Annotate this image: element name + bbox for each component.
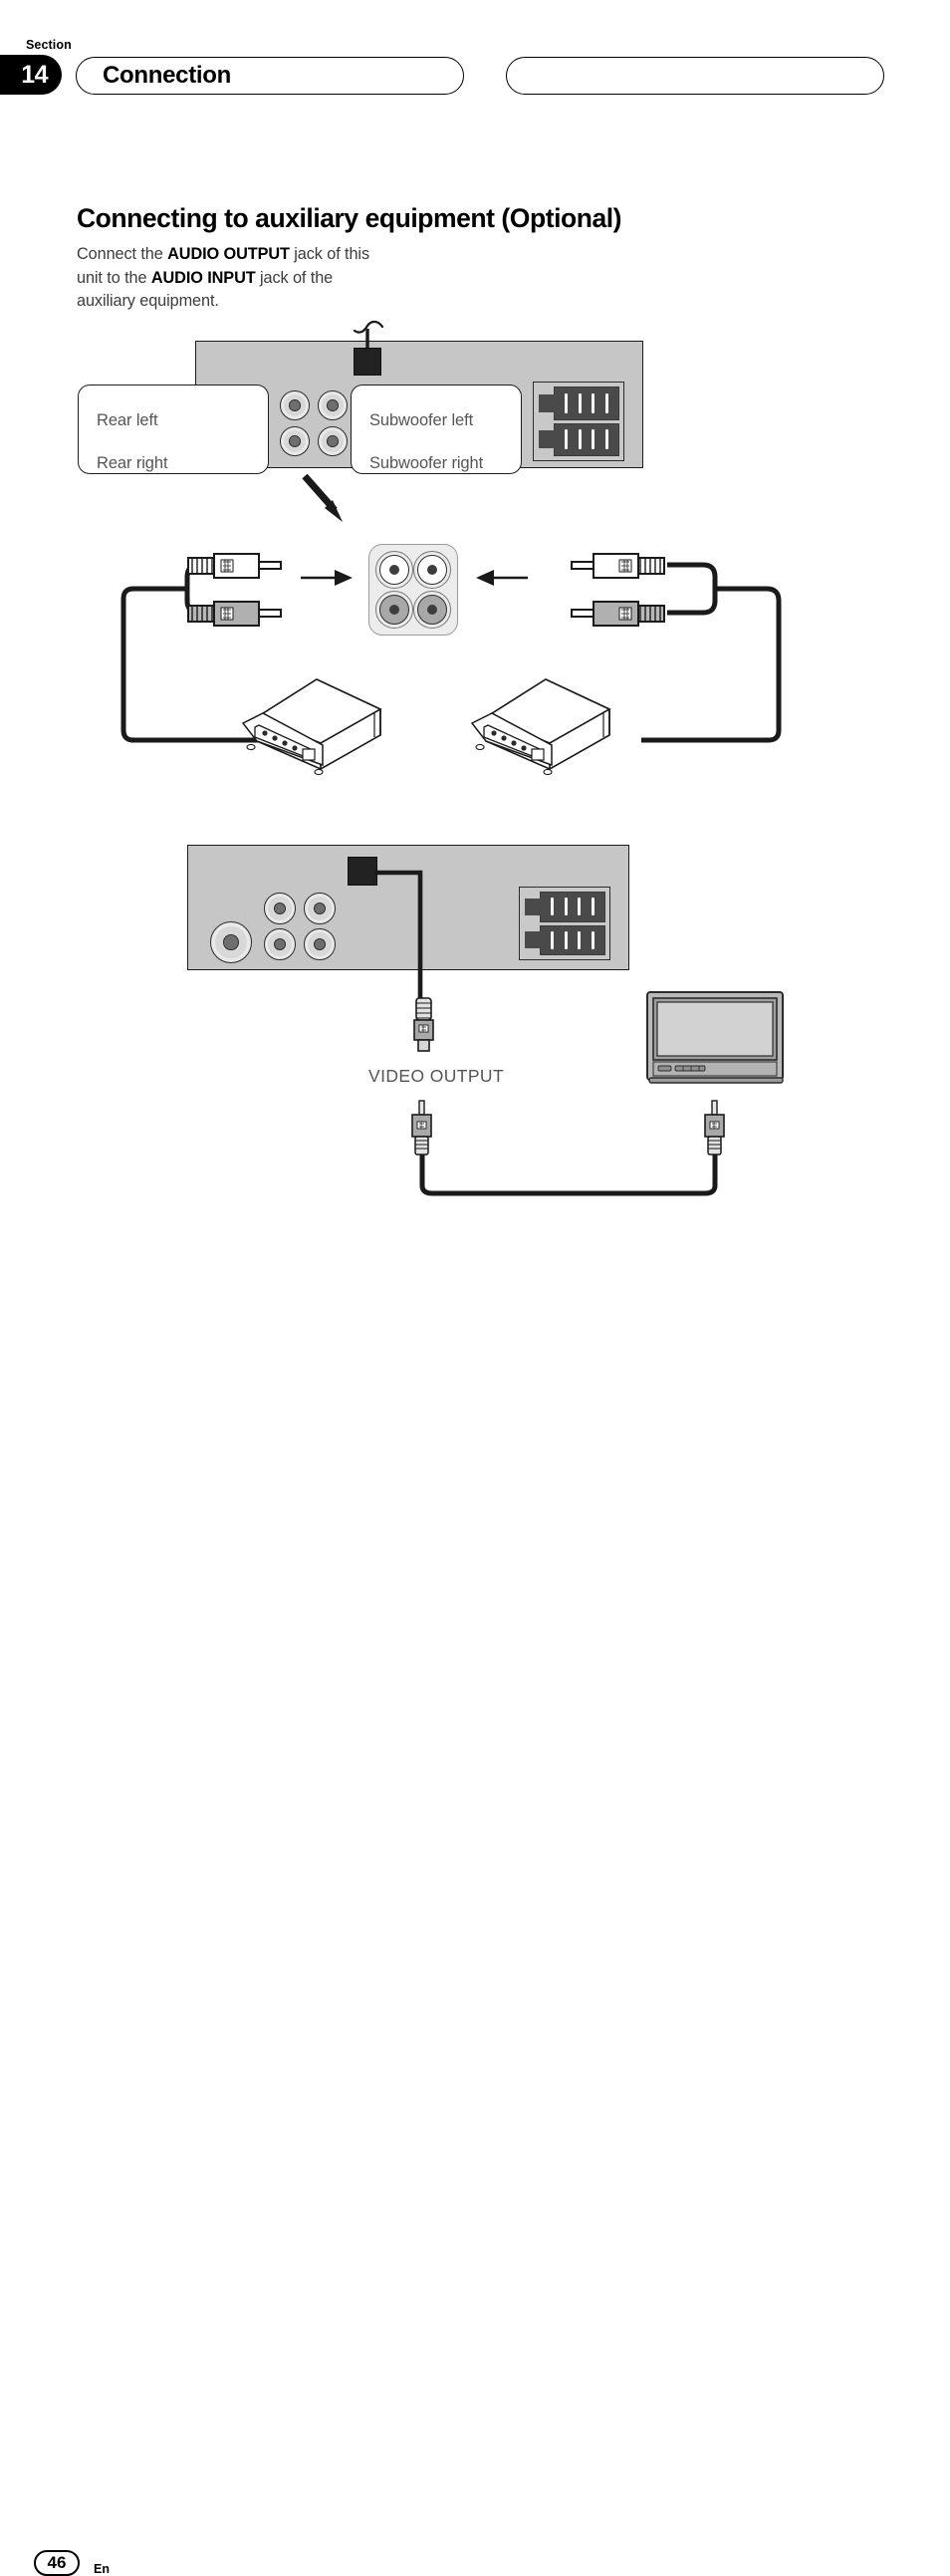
rca-jack-subwoofer-right: [318, 426, 348, 456]
rca-jack-bottom-top-left: [264, 893, 296, 924]
rca-plug-rear-right: [187, 601, 282, 627]
terminal-row: [539, 386, 619, 420]
rca-plug-patch-right: [704, 1100, 725, 1156]
rca-plug-rear-left: [187, 553, 282, 579]
video-patch-cable: [419, 1154, 718, 1196]
callout-subwoofer-channels: Subwoofer left Subwoofer right: [351, 385, 522, 474]
display-monitor-icon: [646, 991, 784, 1084]
callout-rear-channels: Rear left Rear right: [78, 385, 269, 474]
rca-plug-patch-left: [411, 1100, 432, 1156]
rca-jack-cluster-bottom-right: [413, 591, 451, 629]
connection-diagram: Rear left Rear right Subwoofer left Subw…: [0, 0, 950, 1347]
rca-plug-subwoofer-left: [571, 553, 665, 579]
callout-label-rear-right: Rear right: [97, 454, 168, 472]
wiring-harness-connector-bottom: [519, 887, 610, 960]
amplifier-unit-left: [241, 678, 382, 776]
callout-label-subwoofer-left: Subwoofer left: [369, 411, 474, 429]
video-cable-routing: [374, 870, 423, 998]
video-output-label: VIDEO OUTPUT: [368, 1066, 505, 1086]
page-number: 46: [34, 2550, 80, 2576]
rca-jack-bottom-bottom-right: [304, 928, 336, 960]
rca-jack-rear-left: [280, 390, 310, 420]
callout-label-rear-left: Rear left: [97, 411, 158, 429]
rca-plug-video-output: [413, 997, 434, 1052]
language-code: En: [94, 2562, 110, 2576]
rca-jack-rear-right: [280, 426, 310, 456]
terminal-row: [525, 892, 605, 922]
amplifier-unit-right: [470, 678, 611, 776]
rca-jack-large-bottom: [210, 921, 252, 963]
wiring-harness-connector-top: [533, 382, 624, 461]
page-footer: 46 En: [0, 1267, 950, 2576]
callout-label-subwoofer-right: Subwoofer right: [369, 454, 484, 472]
arrow-down-right-icon: [302, 473, 343, 522]
terminal-row: [525, 924, 605, 955]
rca-jack-bottom-bottom-left: [264, 928, 296, 960]
arrow-left-icon: [476, 570, 528, 586]
terminal-row: [539, 422, 619, 456]
rca-jack-bottom-top-right: [304, 893, 336, 924]
rca-plug-subwoofer-right: [571, 601, 665, 627]
rca-jack-subwoofer-left: [318, 390, 348, 420]
rca-jack-cluster-top-right: [413, 551, 451, 589]
antenna-connector-icon-top: [354, 348, 381, 376]
